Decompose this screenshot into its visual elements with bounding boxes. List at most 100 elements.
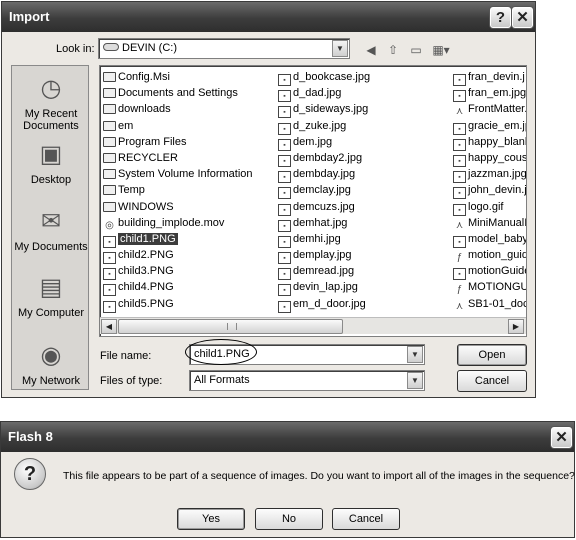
file-item[interactable]: Program Files [103, 134, 275, 150]
file-item[interactable]: ▪ john_devin.j [453, 182, 526, 200]
scroll-left-icon[interactable]: ◀ [101, 319, 117, 334]
file-item[interactable]: ▪ demhi.jpg [278, 231, 450, 248]
file-item[interactable]: Config.Msi [103, 69, 275, 85]
file-item-label: FrontMatter. [468, 103, 527, 116]
file-item[interactable]: ▪ motionGuide [453, 263, 526, 281]
file-item[interactable]: ▪ dem.jpg [278, 134, 450, 151]
file-list[interactable]: Config.Msi Documents and Settings download… [99, 65, 527, 337]
place-label: My Recent Documents [23, 108, 79, 132]
flash-title-bar[interactable]: Flash 8 [1, 422, 574, 452]
file-item[interactable]: ▪ happy_blank [453, 134, 526, 151]
yes-button[interactable]: Yes [177, 508, 245, 530]
file-item[interactable]: ▪ child3.PNG [103, 263, 275, 281]
file-item[interactable]: WINDOWS [103, 199, 275, 215]
close-button[interactable]: ✕ [512, 7, 533, 28]
file-item[interactable]: ▪ devin_lap.jpg [278, 279, 450, 297]
file-item[interactable]: ▪ jazzman.jpg [453, 166, 526, 184]
file-item[interactable]: ▪ dembday.jpg [278, 166, 450, 184]
view-menu-icon[interactable]: ▦▾ [429, 42, 453, 58]
image-file-icon: ▪ [103, 300, 116, 313]
file-item[interactable]: ▪ em_d_door.jpg [278, 296, 450, 313]
file-item[interactable]: RECYCLER [103, 150, 275, 166]
image-file-icon: ▪ [278, 219, 291, 232]
file-item[interactable]: System Volume Information [103, 166, 275, 182]
file-item[interactable]: ▪ child5.PNG [103, 296, 275, 313]
file-item-label: Program Files [118, 135, 187, 148]
import-title-bar[interactable]: Import [2, 2, 535, 32]
place-recent-documents[interactable]: ◷ My Recent Documents [12, 74, 90, 132]
file-item[interactable]: ▪ gracie_em.jp [453, 118, 526, 135]
file-item[interactable]: ▪ demclay.jpg [278, 182, 450, 200]
place-label: My Network [21, 375, 81, 387]
file-item[interactable]: ▪ fran_devin.j [453, 69, 526, 86]
file-item[interactable]: ▪ child4.PNG [103, 279, 275, 297]
file-item[interactable]: ▪ demcuzs.jpg [278, 199, 450, 216]
file-item-label: demplay.jpg [293, 249, 352, 262]
look-in-combo[interactable]: DEVIN (C:) ▼ [98, 38, 350, 59]
image-file-icon: ▪ [278, 284, 291, 297]
flash-file-icon: ƒ [456, 284, 463, 296]
scroll-right-icon[interactable]: ▶ [508, 319, 524, 334]
file-item[interactable]: ▪ dembday2.jpg [278, 150, 450, 167]
new-folder-icon[interactable]: ▭ [406, 42, 426, 58]
chevron-down-icon[interactable]: ▼ [407, 372, 423, 389]
no-button[interactable]: No [255, 508, 323, 530]
file-item[interactable]: ▪ logo.gif [453, 199, 526, 216]
file-item[interactable]: ◎ building_implode.mov [103, 215, 275, 231]
file-item[interactable]: ⋏ SB1-01_dock [453, 296, 526, 312]
cancel-button[interactable]: Cancel [457, 370, 527, 392]
place-my-network[interactable]: ◉ My Network [12, 341, 90, 387]
file-item[interactable]: ▪ demread.jpg [278, 263, 450, 281]
file-item[interactable]: ⋏ FrontMatter. [453, 101, 527, 117]
up-folder-icon[interactable]: ⇧ [383, 42, 403, 58]
file-item[interactable]: ▪ model_baby [453, 231, 526, 248]
chevron-down-icon[interactable]: ▼ [332, 40, 348, 57]
file-item[interactable]: ⋏ MiniManualIr [453, 215, 526, 231]
file-item-label: RECYCLER [118, 151, 178, 164]
file-item[interactable]: Temp [103, 182, 275, 198]
chevron-down-icon[interactable]: ▼ [407, 346, 423, 363]
files-of-type-combo[interactable]: All Formats ▼ [189, 370, 425, 391]
file-item[interactable]: ▪ d_sideways.jpg [278, 101, 450, 119]
file-item[interactable]: ▪ demplay.jpg [278, 247, 450, 265]
horizontal-scrollbar[interactable]: ◀ ▶ [100, 317, 526, 334]
image-file-icon: ▪ [453, 235, 466, 248]
file-item[interactable]: ▪ d_dad.jpg [278, 85, 450, 103]
image-file-icon: ▪ [278, 138, 291, 151]
open-button[interactable]: Open [457, 344, 527, 366]
recent-documents-icon: ◷ [40, 75, 62, 102]
file-item[interactable]: ▪ child1.PNG [103, 231, 275, 248]
folder-file-icon [103, 201, 116, 212]
file-item[interactable]: ▪ child2.PNG [103, 247, 275, 265]
file-item[interactable]: ▪ demhat.jpg [278, 215, 450, 232]
file-item[interactable]: downloads [103, 101, 275, 117]
import-dialog: Import ? ✕ Look in: DEVIN (C:) ▼ ◀ ⇧ ▭ ▦… [1, 1, 536, 398]
file-item[interactable]: ▪ fran_em.jpg [453, 85, 526, 103]
scroll-thumb[interactable] [118, 319, 343, 334]
file-item[interactable]: ▪ happy_cousi [453, 150, 526, 167]
question-icon: ? [14, 458, 46, 490]
file-item-label: devin_lap.jpg [293, 281, 358, 294]
file-item[interactable]: ▪ d_bookcase.jpg [278, 69, 450, 86]
file-item[interactable]: ƒ motion_guide [453, 247, 526, 263]
my-network-icon: ◉ [40, 342, 62, 369]
help-button[interactable]: ? [490, 7, 511, 28]
back-icon[interactable]: ◀ [361, 42, 381, 58]
folder-file-icon [103, 88, 116, 99]
file-item-label: Config.Msi [118, 71, 170, 83]
file-item-label: WINDOWS [118, 200, 174, 213]
cancel-button[interactable]: Cancel [332, 508, 400, 530]
file-item-label: em_d_door.jpg [293, 297, 366, 310]
place-my-documents[interactable]: ✉ My Documents [12, 207, 90, 253]
close-button[interactable]: ✕ [551, 427, 572, 448]
file-item-label: dem.jpg [293, 135, 333, 148]
file-item-label: logo.gif [468, 200, 504, 213]
file-item[interactable]: em [103, 118, 275, 134]
place-desktop[interactable]: ▣ Desktop [12, 140, 90, 186]
place-my-computer[interactable]: ▤ My Computer [12, 273, 90, 319]
folder-file-icon [103, 169, 116, 180]
file-item[interactable]: ƒ MOTIONGUII [453, 279, 526, 296]
file-item-label: d_sideways.jpg [293, 103, 369, 116]
file-item[interactable]: Documents and Settings [103, 85, 275, 101]
file-item[interactable]: ▪ d_zuke.jpg [278, 118, 450, 135]
